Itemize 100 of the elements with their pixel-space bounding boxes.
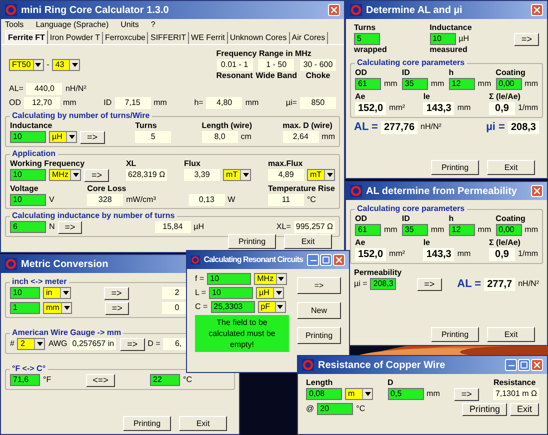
- action-button[interactable]: =>: [84, 169, 109, 182]
- minimize-button[interactable]: [505, 359, 517, 371]
- action-button[interactable]: =>: [104, 287, 129, 300]
- unit-label: mW/cm³: [126, 194, 156, 206]
- input-field[interactable]: 22: [150, 374, 180, 386]
- input-field[interactable]: 61: [355, 78, 381, 90]
- minimize-button[interactable]: [307, 254, 319, 266]
- window-title: mini Ring Core Calculator 1.3.0: [21, 4, 169, 18]
- dropdown[interactable]: FT50: [9, 59, 44, 71]
- action-button[interactable]: Exit: [510, 403, 539, 416]
- dialog-button[interactable]: Printing: [431, 327, 479, 342]
- unit-label: mm: [524, 78, 538, 90]
- input-field[interactable]: 12: [448, 224, 475, 236]
- tab[interactable]: Unknown Cores: [228, 32, 290, 44]
- tab[interactable]: Iron Powder T: [48, 32, 104, 44]
- dropdown[interactable]: mT: [307, 169, 335, 181]
- action-button[interactable]: <=>: [86, 374, 116, 387]
- action-button[interactable]: =>: [120, 338, 145, 351]
- dialog-button[interactable]: Printing: [431, 160, 479, 175]
- dialog-button[interactable]: Exit: [284, 234, 332, 249]
- caption-text: Resonant: [216, 71, 253, 81]
- input-field[interactable]: 10: [209, 287, 254, 299]
- action-button[interactable]: Printing: [462, 403, 507, 416]
- maximize-button[interactable]: [518, 359, 530, 371]
- close-button[interactable]: [531, 185, 543, 197]
- tab[interactable]: Ferrite FT: [5, 30, 48, 44]
- dropdown[interactable]: 43: [52, 59, 80, 71]
- dropdown[interactable]: MHz: [254, 273, 287, 285]
- tab[interactable]: Air Cores: [290, 32, 328, 44]
- output-field: 0.01 - 1: [216, 59, 252, 71]
- menu-item[interactable]: Language (Sprache): [36, 19, 109, 31]
- input-field[interactable]: 5: [354, 33, 380, 45]
- input-field[interactable]: 0,08: [306, 388, 342, 400]
- dialog-button[interactable]: Exit: [487, 160, 535, 175]
- dropdown[interactable]: 2: [17, 338, 46, 350]
- dropdown[interactable]: µH: [49, 131, 77, 143]
- dialog-button[interactable]: Exit: [179, 416, 227, 431]
- input-field[interactable]: 61: [355, 224, 381, 236]
- input-field[interactable]: 0,5: [388, 388, 424, 400]
- close-button[interactable]: [531, 359, 543, 371]
- input-field[interactable]: 12: [448, 78, 475, 90]
- dialog-button[interactable]: Exit: [487, 327, 535, 342]
- input-field[interactable]: 10: [10, 194, 46, 206]
- input-field[interactable]: 0,00: [496, 224, 522, 236]
- input-field[interactable]: 25,3303: [210, 301, 255, 313]
- dropdown[interactable]: in: [43, 287, 71, 299]
- menu-item[interactable]: ?: [150, 19, 156, 31]
- menu-item[interactable]: Units: [120, 19, 139, 31]
- dialog-button[interactable]: Printing: [123, 416, 171, 431]
- unit-label: °C: [306, 194, 316, 206]
- input-field[interactable]: 10: [10, 131, 46, 143]
- action-button[interactable]: =>: [514, 33, 539, 46]
- input-field[interactable]: 35: [402, 78, 428, 90]
- field-label: Inductance: [430, 23, 472, 33]
- message-box: The field to be calculated must be empty!: [195, 315, 289, 352]
- action-button[interactable]: =>: [297, 277, 341, 294]
- dropdown[interactable]: µH: [256, 287, 284, 299]
- input-field[interactable]: 20: [317, 403, 354, 415]
- action-button[interactable]: =>: [80, 131, 105, 144]
- dropdown[interactable]: pF: [258, 301, 286, 313]
- maximize-button[interactable]: [320, 254, 332, 266]
- unit-label: mm²: [389, 248, 406, 260]
- input-field[interactable]: 0,00: [496, 78, 522, 90]
- close-button[interactable]: [328, 4, 340, 16]
- dropdown[interactable]: mm: [43, 302, 72, 314]
- action-button[interactable]: =>: [58, 221, 82, 234]
- unit-label: h=: [194, 97, 204, 109]
- tab[interactable]: SIFFERIT: [148, 32, 190, 44]
- input-field[interactable]: 10: [430, 33, 456, 45]
- close-button[interactable]: [333, 254, 345, 266]
- input-field[interactable]: 10: [10, 169, 46, 181]
- input-field[interactable]: 10: [207, 273, 252, 285]
- input-field[interactable]: 208,3: [370, 278, 396, 290]
- output-field: 8,0: [202, 131, 238, 143]
- output-field: 30 - 600: [300, 59, 336, 71]
- input-field[interactable]: 6: [10, 221, 46, 233]
- action-button[interactable]: =>: [417, 278, 442, 291]
- action-button[interactable]: =>: [454, 388, 479, 401]
- dropdown[interactable]: m: [345, 388, 373, 400]
- output-field: 995,257 Ω: [294, 221, 335, 233]
- menu-item[interactable]: Tools: [5, 19, 24, 31]
- input-field[interactable]: 71,6: [10, 374, 40, 386]
- action-button[interactable]: Printing: [297, 327, 341, 344]
- unit-label: -: [46, 59, 50, 71]
- input-field[interactable]: 10: [10, 287, 40, 299]
- ring-icon: [302, 359, 314, 371]
- caret-icon: [36, 342, 43, 346]
- tab[interactable]: Ferroxcube: [103, 32, 148, 44]
- dropdown[interactable]: mT: [223, 169, 252, 181]
- tab[interactable]: WE Ferrit: [189, 32, 228, 44]
- input-field[interactable]: 35: [402, 224, 428, 236]
- unit-label: µH: [194, 221, 204, 233]
- dropdown[interactable]: MHz: [49, 169, 82, 181]
- dialog-button[interactable]: Printing: [228, 234, 276, 249]
- action-button[interactable]: =>: [104, 302, 130, 315]
- input-field[interactable]: 1: [10, 302, 40, 314]
- output-field: 1 - 50: [258, 59, 294, 71]
- unit-label: mm: [524, 224, 538, 236]
- close-button[interactable]: [531, 4, 543, 16]
- action-button[interactable]: New: [297, 302, 341, 319]
